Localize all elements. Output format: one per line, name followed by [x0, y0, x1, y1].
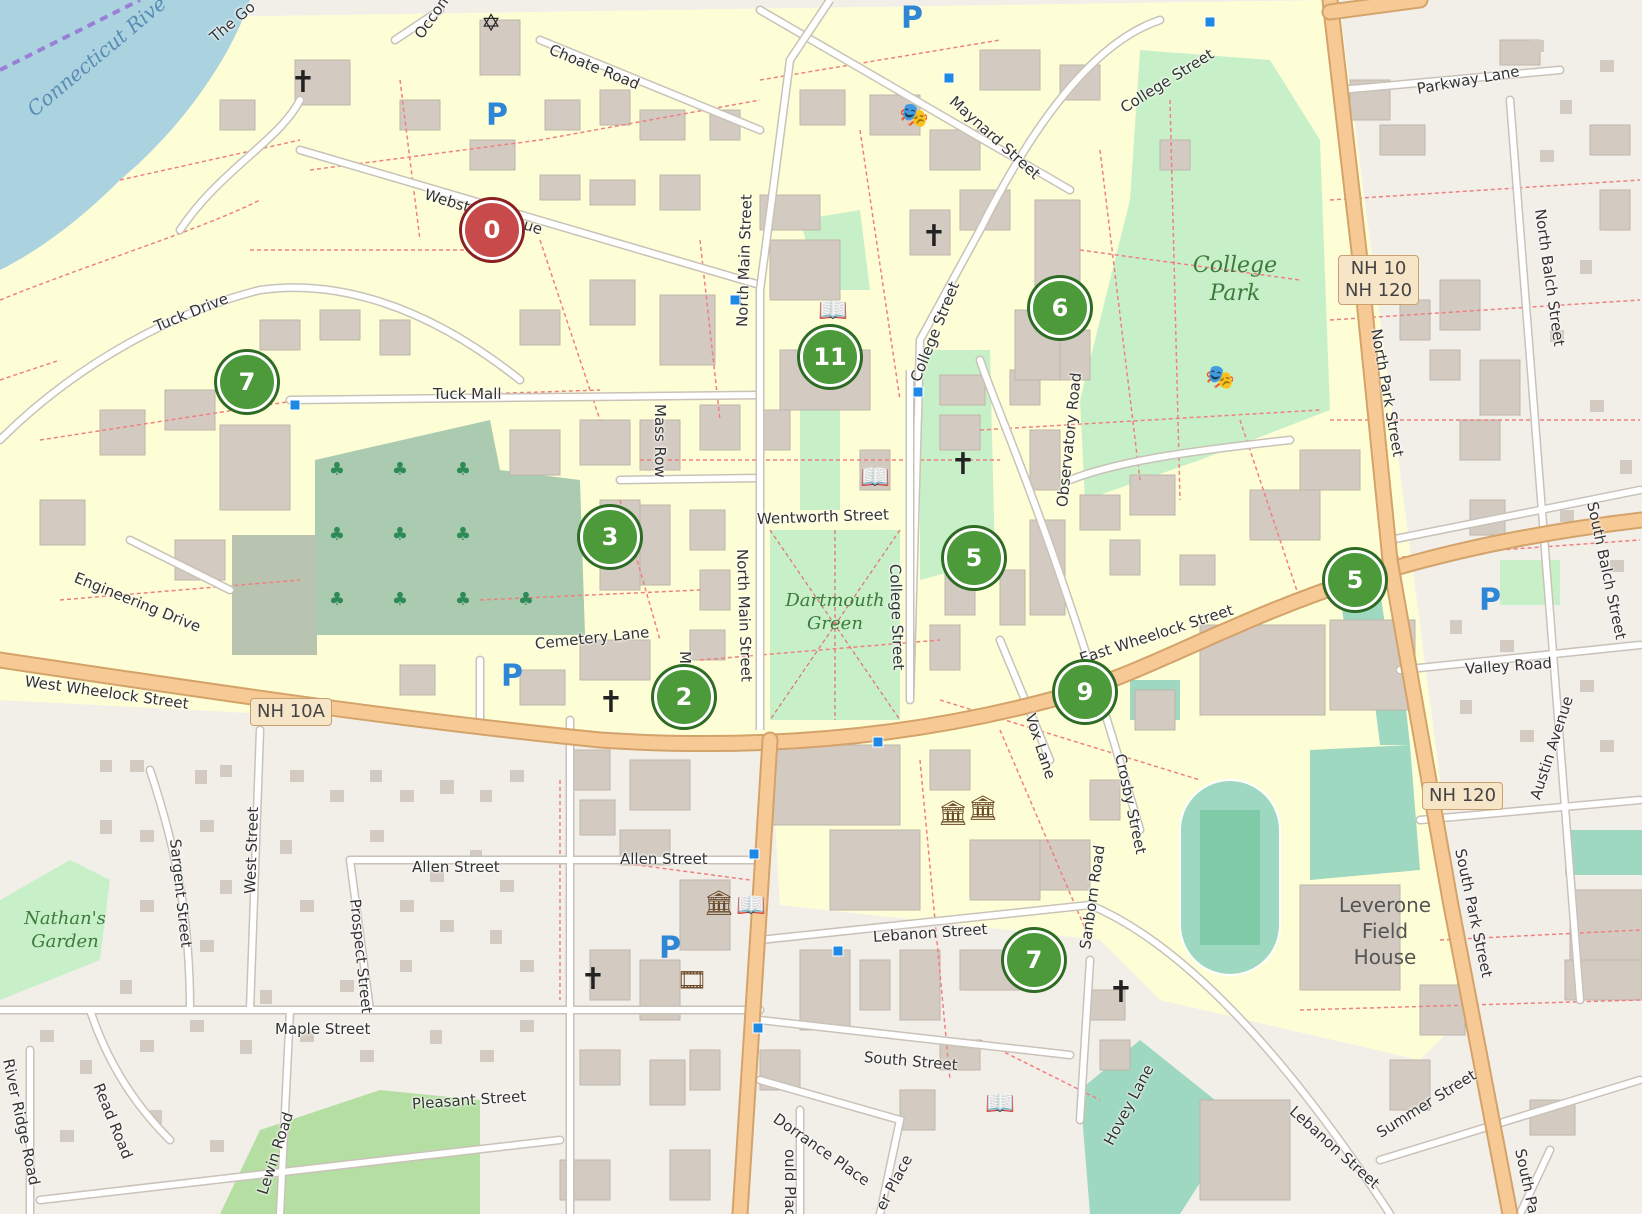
street-label: West Street [241, 806, 263, 895]
theatre-icon: 🎭 [899, 101, 929, 129]
map-marker-cluster[interactable]: 3 [580, 507, 640, 567]
dartmouth-green-label: Dartmouth Green [775, 590, 895, 635]
dartmouth-green-label-line2: Green [807, 612, 863, 634]
college-park-label: College Park [1185, 252, 1285, 307]
bus-stop-icon [943, 72, 955, 84]
route-shield-nh10a: NH 10A [250, 698, 332, 726]
cemetery-tree-icon: ♣ [454, 459, 472, 480]
museum-icon: 🏛 [967, 794, 999, 822]
theatre-icon: 🎭 [1205, 363, 1235, 391]
bus-stop-icon [912, 386, 924, 398]
bus-stop-icon [729, 294, 741, 306]
street-label: Maple Street [275, 1020, 371, 1038]
cemetery-tree-icon: ♣ [328, 459, 346, 480]
map-marker-cluster[interactable]: 6 [1030, 278, 1090, 338]
bus-stop-icon [748, 848, 760, 860]
library-icon: 📖 [860, 463, 890, 491]
cemetery-tree-icon: ♣ [391, 524, 409, 545]
nathans-garden-label: Nathan's Garden [15, 908, 115, 953]
cemetery-tree-icon: ♣ [454, 524, 472, 545]
library-icon: 📖 [818, 296, 848, 324]
route-shield-nh10-nh120: NH 10 NH 120 [1338, 255, 1420, 305]
parking-icon: P [1479, 582, 1501, 618]
parking-icon: P [501, 658, 523, 694]
street-label: ould Place [781, 1149, 799, 1214]
nathans-garden-label-line2: Garden [31, 930, 99, 952]
map-marker-cluster[interactable]: 5 [1325, 550, 1385, 610]
cemetery-tree-icon: ♣ [391, 459, 409, 480]
library-icon: 📖 [985, 1089, 1015, 1117]
library-icon: 📖 [736, 891, 766, 919]
museum-icon: 🏛 [937, 799, 969, 827]
shield-line1: NH 10 [1350, 258, 1407, 279]
cemetery-tree-icon: ♣ [391, 589, 409, 610]
synagogue-icon: ✡ [480, 9, 502, 37]
bus-stop-icon [872, 736, 884, 748]
map-marker-cluster[interactable]: 9 [1055, 662, 1115, 722]
bus-stop-icon [1204, 16, 1216, 28]
map-marker-cluster[interactable]: 5 [944, 528, 1004, 588]
map-marker-cluster[interactable]: 11 [800, 327, 860, 387]
church-icon: ✝ [950, 447, 976, 482]
shield-line2: NH 120 [1345, 280, 1413, 301]
bus-stop-icon [832, 945, 844, 957]
cinema-icon: 🎞 [676, 966, 708, 994]
street-label: Allen Street [620, 850, 708, 868]
map-canvas[interactable]: The Go Occom Choate Road Maynard Street … [0, 0, 1642, 1214]
cemetery-tree-icon: ♣ [517, 589, 535, 610]
parking-icon: P [901, 0, 923, 36]
map-marker-cluster[interactable]: 7 [1004, 930, 1064, 990]
town-hall-icon: 🏛 [703, 889, 735, 917]
bus-stop-icon [289, 399, 301, 411]
parking-icon: P [659, 930, 681, 966]
college-park-label-line2: Park [1209, 280, 1261, 306]
route-shield-nh120: NH 120 [1422, 782, 1504, 810]
dartmouth-green-label-line1: Dartmouth [785, 590, 885, 611]
church-icon: ✝ [290, 65, 316, 100]
map-marker-cluster[interactable]: 2 [654, 667, 714, 727]
cemetery-tree-icon: ♣ [454, 589, 472, 610]
church-icon: ✝ [1108, 975, 1134, 1010]
bus-stop-icon [752, 1022, 764, 1034]
nathans-garden-label-line1: Nathan's [24, 908, 106, 929]
street-label: Mass Row [651, 404, 669, 478]
church-icon: ✝ [580, 962, 606, 997]
map-marker-selected[interactable]: 0 [462, 200, 522, 260]
cemetery-tree-icon: ♣ [328, 524, 346, 545]
parking-icon: P [486, 97, 508, 133]
cemetery-tree-icon: ♣ [328, 589, 346, 610]
leverone-line3: House [1353, 945, 1417, 969]
church-icon: ✝ [921, 219, 947, 254]
college-park-label-line1: College [1192, 253, 1278, 278]
leverone-field-house-label: Leverone Field House [1325, 892, 1445, 970]
leverone-line2: Field [1361, 919, 1409, 943]
map-marker-cluster[interactable]: 7 [217, 352, 277, 412]
church-icon: ✝ [598, 685, 624, 720]
street-label: Tuck Mall [433, 385, 502, 403]
leverone-line1: Leverone [1338, 893, 1432, 917]
street-label: Allen Street [412, 858, 500, 876]
